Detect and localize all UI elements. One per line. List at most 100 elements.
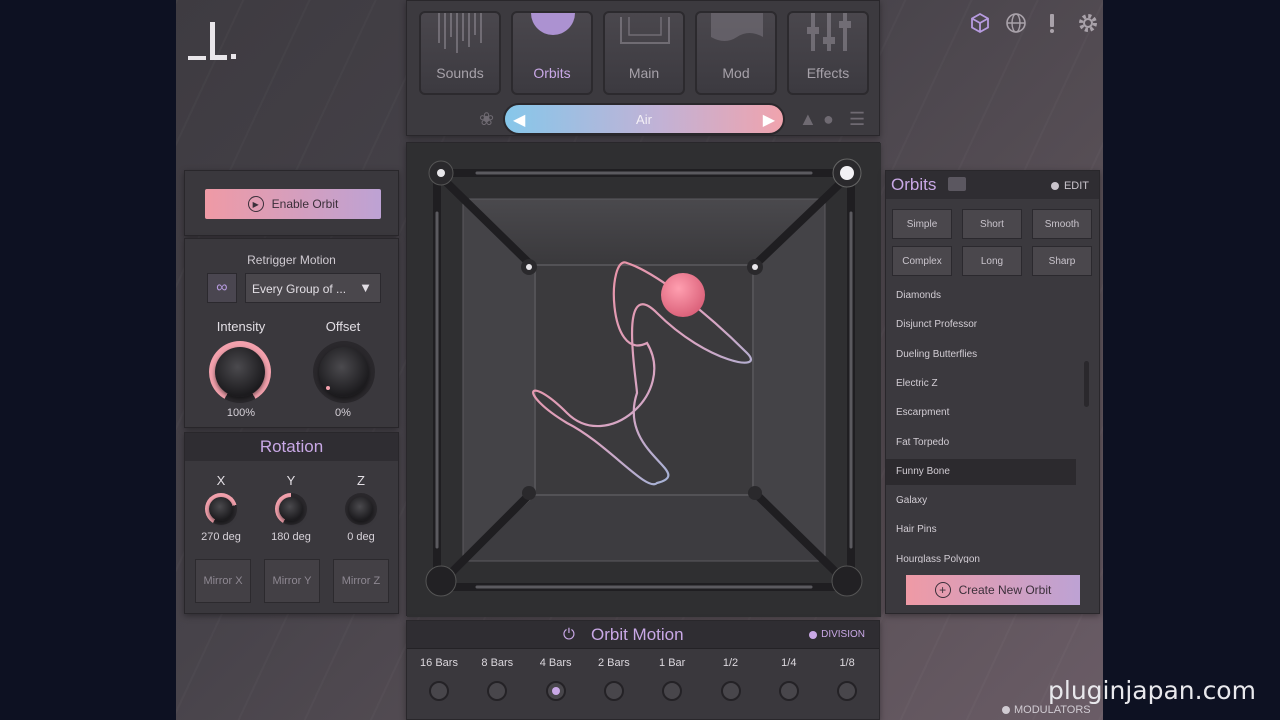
navigation-panel: Sounds Orbits Main Mod Effects ❀ ◀ Air ▶… <box>406 0 880 136</box>
division-label: DIVISION <box>821 629 865 640</box>
rotation-y-value: 180 deg <box>271 531 311 543</box>
division-indicator-icon <box>809 630 818 639</box>
division-radio[interactable] <box>720 681 741 701</box>
orbit-list: Diamonds Disjunct Professor Dueling Butter… <box>886 171 1086 563</box>
orbit-motion-header: ⏻ Orbit Motion DIVISION <box>407 621 879 649</box>
division-option-label: 16 Bars <box>420 657 458 669</box>
sliders-icon <box>807 13 851 51</box>
division-radio[interactable] <box>603 681 624 701</box>
rotation-z-knob[interactable] <box>345 493 377 525</box>
division-toggle[interactable]: DIVISION <box>809 629 865 640</box>
intensity-knob[interactable] <box>209 341 271 403</box>
tab-label: Sounds <box>436 65 484 81</box>
gear-icon[interactable] <box>1075 10 1101 36</box>
orbit-list-item[interactable]: Diamonds <box>886 283 1076 309</box>
rotation-z-label: Z <box>357 473 365 488</box>
tab-orbits[interactable]: Orbits <box>511 11 593 95</box>
offset-knob[interactable] <box>313 341 375 403</box>
orbit-list-scrollbar[interactable] <box>1084 361 1089 407</box>
globe-icon[interactable] <box>1003 10 1029 36</box>
sound-selector[interactable]: ◀ Air ▶ <box>503 103 785 135</box>
rotation-z-value: 0 deg <box>347 531 375 543</box>
tab-effects[interactable]: Effects <box>787 11 869 95</box>
tab-sounds[interactable]: Sounds <box>419 11 501 95</box>
division-radio[interactable] <box>487 681 508 701</box>
orbit-list-item[interactable]: Disjunct Professor <box>886 312 1076 338</box>
intensity-label: Intensity <box>216 319 266 334</box>
tab-label: Effects <box>806 65 850 81</box>
rotation-y-label: Y <box>286 473 296 488</box>
orbit-motion-title: Orbit Motion <box>591 625 684 644</box>
leaf-icon[interactable]: ❀ <box>479 109 494 130</box>
plugin-window: Sounds Orbits Main Mod Effects ❀ ◀ Air ▶… <box>176 0 1103 720</box>
exclamation-icon[interactable] <box>1039 10 1065 36</box>
rotation-x-knob[interactable] <box>205 493 237 525</box>
rotation-x-label: X <box>216 473 226 488</box>
create-new-orbit-button[interactable]: + Create New Orbit <box>906 575 1080 605</box>
modulators-toggle[interactable]: MODULATORS <box>1002 704 1091 716</box>
division-option-label: 1/8 <box>839 657 855 669</box>
division-radio[interactable] <box>662 681 683 701</box>
retrigger-mode-value: Every Group of ... <box>252 282 347 296</box>
retrigger-mode-dropdown[interactable]: Every Group of ... ▼ <box>245 273 381 303</box>
orbit-motion-panel: ⏻ Orbit Motion DIVISION 16 Bars 8 Bars 4 B… <box>406 620 880 720</box>
power-icon[interactable]: ⏻ <box>563 626 575 643</box>
orbit-list-item[interactable]: Hourglass Polygon <box>886 547 1076 563</box>
create-orbit-label: Create New Orbit <box>958 583 1052 597</box>
enable-orbit-label: Enable Orbit <box>271 197 339 211</box>
speech-icon[interactable]: ● <box>823 109 834 130</box>
orbit-3d-view[interactable] <box>406 142 881 617</box>
plus-icon: + <box>934 582 951 598</box>
caret-down-icon: ▼ <box>359 280 372 295</box>
stage: Sounds Orbits Main Mod Effects ❀ ◀ Air ▶… <box>0 0 1280 720</box>
mirror-x-button[interactable]: Mirror X <box>195 559 251 603</box>
modulators-indicator-icon <box>1002 706 1010 714</box>
mirror-z-button[interactable]: Mirror Z <box>333 559 389 603</box>
tab-main[interactable]: Main <box>603 11 685 95</box>
orbit-sphere-icon <box>531 13 575 35</box>
rotation-y-knob[interactable] <box>275 493 307 525</box>
division-radio[interactable] <box>778 681 799 701</box>
division-radio[interactable] <box>429 681 449 701</box>
stamp-icon[interactable]: ▲ <box>799 109 817 130</box>
retrigger-title: Retrigger Motion <box>247 253 336 267</box>
orbit-cube-visualizer[interactable] <box>407 143 881 617</box>
tab-label: Main <box>628 65 660 81</box>
rotation-panel: Rotation X Y Z 270 deg 180 deg 0 deg Mir… <box>184 432 399 614</box>
top-icon-bar <box>967 10 1101 36</box>
rotation-x-value: 270 deg <box>201 531 241 543</box>
division-radio[interactable] <box>545 681 566 701</box>
retrigger-panel: Retrigger Motion ∞ Every Group of ... ▼ … <box>184 238 399 428</box>
infinity-icon[interactable]: ∞ <box>207 273 237 303</box>
division-option-label: 1/2 <box>722 657 739 669</box>
tab-mod[interactable]: Mod <box>695 11 777 95</box>
mirror-y-button[interactable]: Mirror Y <box>264 559 320 603</box>
division-option-label: 8 Bars <box>481 657 514 669</box>
orbit-list-item[interactable]: Electric Z <box>886 371 1076 397</box>
intensity-value: 100% <box>226 407 256 419</box>
division-option-label: 4 Bars <box>539 657 572 669</box>
tab-label: Orbits <box>533 65 571 81</box>
orbit-list-item[interactable]: Funny Bone <box>886 458 1076 485</box>
division-radio[interactable] <box>837 681 858 701</box>
orbit-list-item[interactable]: Fat Torpedo <box>886 430 1076 456</box>
orbit-list-item[interactable]: Dueling Butterflies <box>886 342 1076 368</box>
play-icon: ▶ <box>247 196 264 212</box>
triangle-right-icon[interactable]: ▶ <box>763 110 775 130</box>
tab-label: Mod <box>722 65 750 81</box>
mixer-icon[interactable]: ☰ <box>849 109 865 130</box>
orbit-list-item[interactable]: Galaxy <box>886 488 1076 514</box>
watermark-text: pluginjapan.com <box>1048 676 1256 705</box>
cube-icon[interactable] <box>967 10 993 36</box>
orbit-list-item[interactable]: Escarpment <box>886 400 1076 426</box>
waveform-icon <box>438 13 482 53</box>
sound-name: Air <box>636 112 652 127</box>
orbit-list-item[interactable]: Hair Pins <box>886 517 1076 543</box>
rotation-title: Rotation <box>185 433 398 461</box>
offset-value: 0% <box>335 407 351 419</box>
mod-wave-icon <box>711 13 763 41</box>
brand-logo <box>188 20 248 64</box>
offset-label: Offset <box>325 319 361 334</box>
division-option-label: 2 Bars <box>597 657 630 669</box>
enable-orbit-button[interactable]: ▶ Enable Orbit <box>205 189 381 219</box>
